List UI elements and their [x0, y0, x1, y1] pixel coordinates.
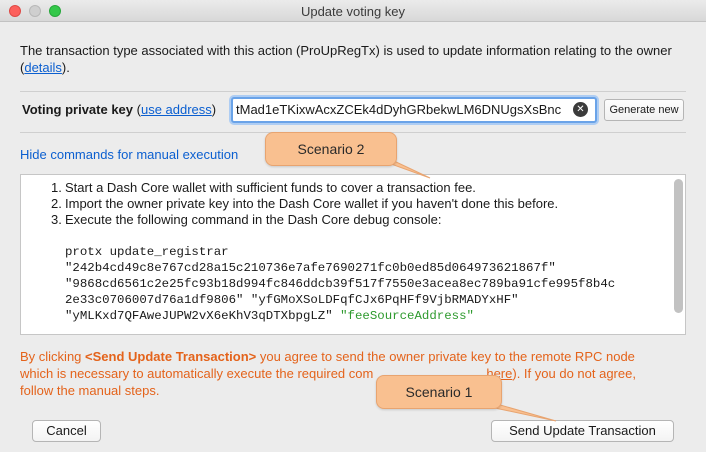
- step-text: Execute the following command in the Das…: [65, 212, 442, 227]
- manual-step: 2. Import the owner private key into the …: [51, 196, 671, 212]
- divider-top: [20, 91, 686, 92]
- step-text: Start a Dash Core wallet with sufficient…: [65, 180, 476, 195]
- step-number: 2.: [51, 196, 62, 211]
- manual-step: 1. Start a Dash Core wallet with sufficie…: [51, 180, 671, 196]
- intro-text-end: ).: [61, 60, 70, 75]
- command-line: "242b4cd49c8e767cd28a15c210736e7afe76902…: [65, 261, 556, 275]
- intro-text: The transaction type associated with thi…: [20, 42, 690, 76]
- scenario1-callout: Scenario 1: [376, 375, 502, 409]
- hide-manual-commands-link[interactable]: Hide commands for manual execution: [20, 147, 238, 162]
- voting-private-key-input[interactable]: tMad1eTKixwAcxZCEk4dDyhGRbekwLM6DNUgsXsB…: [231, 97, 597, 123]
- step-text: Import the owner private key into the Da…: [65, 196, 559, 211]
- details-link[interactable]: details: [24, 60, 62, 75]
- command-voting-address: "yMLKxd7QFAweJUPW2vX6eKhV3qDTXbpgLZ": [65, 309, 341, 323]
- intro-text-body: The transaction type associated with thi…: [20, 43, 672, 75]
- generate-new-button[interactable]: Generate new: [604, 99, 684, 121]
- command-box-scrollbar[interactable]: [674, 179, 683, 313]
- protx-command[interactable]: protx update_registrar "242b4cd49c8e767cd…: [65, 244, 615, 324]
- use-address-link[interactable]: use address: [141, 102, 212, 117]
- use-address-prefix: (: [133, 102, 141, 117]
- warning-text: By clicking <Send Update Transaction> yo…: [20, 348, 688, 399]
- use-address-suffix: ): [211, 102, 217, 117]
- step-number: 1.: [51, 180, 62, 195]
- warning-line: which is necessary to automatically exec…: [20, 365, 688, 382]
- manual-commands-box[interactable]: 1. Start a Dash Core wallet with sufficie…: [20, 174, 686, 335]
- warning-line1-rest: you agree to send the owner private key …: [256, 349, 635, 364]
- command-line: 2e33c0706007d76a1df9806" "yfGMoXSoLDFqfC…: [65, 293, 519, 307]
- clear-icon[interactable]: ✕: [573, 102, 588, 117]
- warning-line: follow the manual steps.: [20, 383, 160, 398]
- send-update-transaction-button[interactable]: Send Update Transaction: [491, 420, 674, 442]
- warning-button-ref: <Send Update Transaction>: [85, 349, 257, 364]
- command-line: protx update_registrar: [65, 245, 229, 259]
- command-line: "9868cd6561c2e25fc93b18d994fc846ddcb39f5…: [65, 277, 616, 291]
- manual-step: 3. Execute the following command in the D…: [51, 212, 671, 228]
- command-line: "yMLKxd7QFAweJUPW2vX6eKhV3qDTXbpgLZ" "fe…: [65, 308, 615, 324]
- cancel-button[interactable]: Cancel: [32, 420, 101, 442]
- title-bar: Update voting key: [0, 0, 706, 22]
- fee-source-address-placeholder: "feeSourceAddress": [340, 309, 474, 323]
- voting-key-label-text: Voting private key: [22, 102, 134, 117]
- warning-prefix: By clicking: [20, 349, 86, 364]
- warning-line: By clicking <Send Update Transaction> yo…: [20, 348, 688, 365]
- warning-line2-end: ). If you do not agree,: [512, 366, 636, 381]
- manual-steps-list: 1. Start a Dash Core wallet with sufficie…: [51, 180, 671, 228]
- warning-line2-start: which is necessary to automatically exec…: [20, 366, 374, 381]
- step-number: 3.: [51, 212, 62, 227]
- voting-key-label: Voting private key (use address): [22, 102, 216, 117]
- scenario2-callout: Scenario 2: [265, 132, 397, 166]
- window-title: Update voting key: [300, 4, 406, 19]
